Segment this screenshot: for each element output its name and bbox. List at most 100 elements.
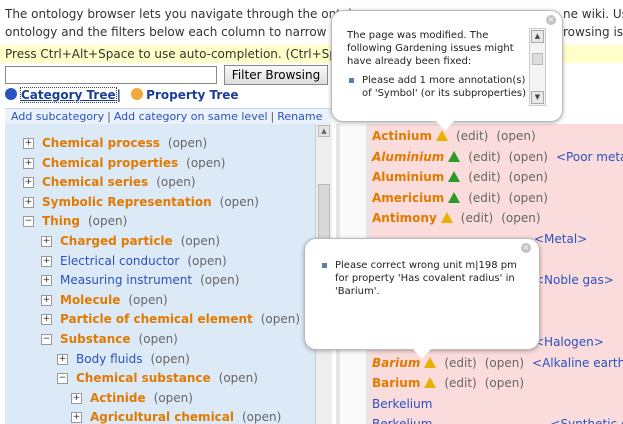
expand-icon[interactable]: + [23, 177, 34, 189]
edit-link[interactable]: (edit) [444, 356, 476, 370]
open-link[interactable]: (open) [485, 356, 524, 370]
tree-item-label[interactable]: Body fluids [76, 352, 142, 366]
open-link[interactable]: (open) [88, 214, 127, 228]
popup-issue[interactable]: Please correct wrong unit m|198 pm for p… [320, 259, 525, 298]
open-link[interactable]: (open) [496, 129, 535, 143]
scroll-up-icon[interactable]: ▲ [318, 125, 330, 137]
instance-name[interactable]: Barium [372, 376, 420, 390]
tree-item-label[interactable]: Symbolic Representation [42, 195, 212, 209]
expand-icon[interactable]: + [71, 412, 82, 424]
instance-type[interactable]: <Synthetic elem [550, 417, 623, 424]
instance-name[interactable]: Aluminium [372, 150, 444, 164]
tree-item[interactable]: + Chemical series (open) [23, 173, 196, 191]
instance-type[interactable]: <Alkaline earth [532, 356, 623, 370]
edit-link[interactable]: (edit) [468, 191, 500, 205]
instance-name[interactable]: Antimony [372, 211, 437, 225]
open-link[interactable]: (open) [139, 332, 178, 346]
collapse-icon[interactable]: − [57, 373, 68, 385]
expand-icon[interactable]: + [23, 157, 34, 169]
tree-item-label[interactable]: Agricultural chemical [90, 410, 234, 424]
tree-item[interactable]: + Measuring instrument (open) [41, 271, 239, 289]
tree-item-label[interactable]: Measuring instrument [60, 273, 192, 287]
popup-issue[interactable]: Please add 1 more annotation(s) of 'Symb… [347, 74, 527, 100]
open-link[interactable]: (open) [187, 254, 226, 268]
tree-item[interactable]: + Charged particle (open) [41, 232, 220, 250]
filter-input[interactable] [5, 66, 217, 84]
filter-browsing-button[interactable]: Filter Browsing [224, 65, 328, 85]
tree-item[interactable]: + Chemical properties (open) [23, 154, 225, 172]
instance-name[interactable]: Aluminium [372, 170, 444, 184]
expand-icon[interactable]: + [23, 138, 34, 149]
add-same-level-link[interactable]: Add category on same level [114, 110, 268, 123]
edit-link[interactable]: (edit) [461, 211, 493, 225]
scroll-up-icon[interactable]: ▲ [531, 30, 544, 43]
scroll-down-icon[interactable]: ▼ [531, 91, 544, 104]
tree-item-label[interactable]: Chemical properties [42, 156, 178, 170]
add-subcategory-link[interactable]: Add subcategory [11, 110, 104, 123]
tree-item[interactable]: + Chemical process (open) [23, 134, 207, 152]
expand-icon[interactable]: + [41, 275, 52, 287]
tree-item[interactable]: − Chemical substance (open) [57, 369, 258, 387]
open-link[interactable]: (open) [150, 352, 189, 366]
ok-icon[interactable] [448, 150, 461, 162]
instance-type[interactable]: <Poor metal> [556, 150, 623, 164]
open-link[interactable]: (open) [156, 175, 195, 189]
tree-item-label[interactable]: Charged particle [60, 234, 173, 248]
tree-item[interactable]: − Substance (open) [41, 330, 178, 348]
instance-type[interactable]: <Halogen> [534, 333, 604, 351]
tree-item-label[interactable]: Thing [42, 214, 80, 228]
edit-link[interactable]: (edit) [444, 376, 476, 390]
edit-link[interactable]: (edit) [468, 150, 500, 164]
collapse-icon[interactable]: − [23, 216, 34, 228]
tree-item[interactable]: + Molecule (open) [41, 291, 168, 309]
expand-icon[interactable]: + [23, 196, 34, 208]
warning-icon[interactable] [435, 130, 448, 141]
tree-item[interactable]: + Electrical conductor (open) [41, 252, 227, 270]
open-link[interactable]: (open) [200, 273, 239, 287]
instance-name[interactable]: Actinium [372, 129, 432, 143]
tree-item[interactable]: + Actinide (open) [71, 389, 193, 407]
tree-item-label[interactable]: Chemical substance [76, 371, 211, 385]
instance-type[interactable]: <Metal> [534, 230, 587, 248]
tree-item-label[interactable]: Chemical series [42, 175, 148, 189]
tree-item[interactable]: + Symbolic Representation (open) [23, 193, 259, 211]
close-icon[interactable]: × [521, 243, 531, 253]
tree-item-label[interactable]: Electrical conductor [60, 254, 179, 268]
open-link[interactable]: (open) [509, 170, 548, 184]
open-link[interactable]: (open) [261, 312, 300, 326]
open-link[interactable]: (open) [186, 156, 225, 170]
open-link[interactable]: (open) [154, 391, 193, 405]
tree-item[interactable]: + Particle of chemical element (open) [41, 310, 300, 328]
popup-scrollbar[interactable]: ▲ ▼ [529, 28, 546, 106]
open-link[interactable]: (open) [509, 191, 548, 205]
open-link[interactable]: (open) [242, 410, 281, 424]
tree-item[interactable]: − Thing (open) [23, 212, 127, 230]
tab-category-tree[interactable]: Category Tree| [5, 87, 121, 103]
ok-icon[interactable] [448, 171, 461, 183]
close-icon[interactable]: × [546, 15, 556, 25]
tab-property-tree[interactable]: Property Tree [131, 88, 239, 102]
expand-icon[interactable]: + [41, 294, 52, 306]
expand-icon[interactable]: + [41, 255, 52, 267]
instance-name[interactable]: Berkelium [372, 417, 432, 424]
rename-link[interactable]: Rename [277, 110, 322, 123]
tree-item-label[interactable]: Chemical process [42, 136, 160, 150]
expand-icon[interactable]: + [57, 353, 68, 365]
instance-type[interactable]: <Noble gas> [534, 271, 614, 289]
open-link[interactable]: (open) [128, 293, 167, 307]
scrollbar-thumb[interactable] [532, 53, 543, 65]
open-link[interactable]: (open) [220, 195, 259, 209]
open-link[interactable]: (open) [168, 136, 207, 150]
instance-name[interactable]: Americium [372, 191, 444, 205]
tree-item[interactable]: + Agricultural chemical (open) [71, 408, 281, 424]
edit-link[interactable]: (edit) [468, 170, 500, 184]
tree-item-label[interactable]: Actinide [90, 391, 146, 405]
tree-item[interactable]: + Body fluids (open) [57, 350, 190, 368]
collapse-icon[interactable]: − [41, 334, 52, 345]
ok-icon[interactable] [448, 191, 461, 203]
instance-name[interactable]: Berkelium [372, 397, 432, 411]
expand-icon[interactable]: + [41, 236, 52, 247]
open-link[interactable]: (open) [485, 376, 524, 390]
open-link[interactable]: (open) [501, 211, 540, 225]
tree-item-label[interactable]: Particle of chemical element [60, 312, 253, 326]
